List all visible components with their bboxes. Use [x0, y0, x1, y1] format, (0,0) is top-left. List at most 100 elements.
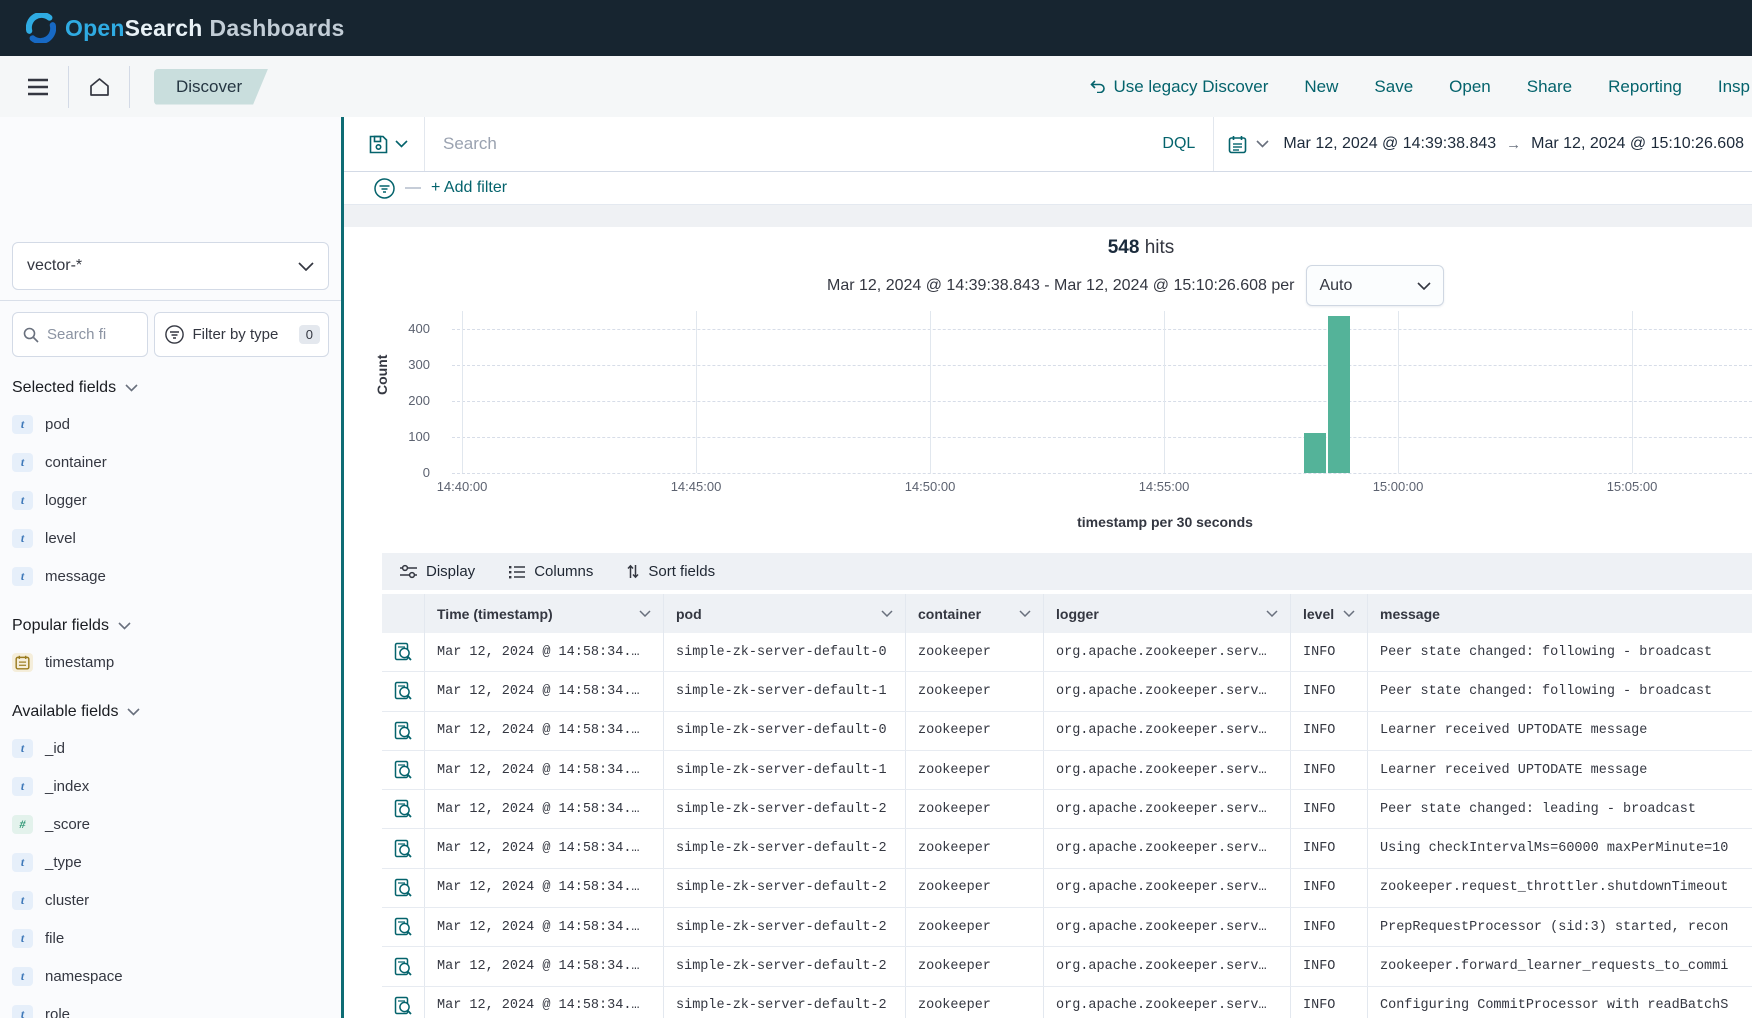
chevron-down-icon[interactable] [1343, 610, 1355, 617]
sort-fields-button[interactable]: Sort fields [627, 563, 715, 580]
text-field-icon: t [12, 891, 33, 910]
x-axis-tick-label: 14:50:00 [905, 479, 956, 494]
date-from[interactable]: Mar 12, 2024 @ 14:39:38.843 [1283, 135, 1496, 153]
field-item-logger[interactable]: tlogger [0, 481, 341, 519]
index-pattern-select[interactable]: vector-* [12, 242, 329, 290]
cell-container: zookeeper [906, 908, 1044, 946]
field-item-_type[interactable]: t_type [0, 843, 341, 881]
field-item-_index[interactable]: t_index [0, 767, 341, 805]
opensearch-discover-page: OpenSearchDashboards Discover Use legacy… [0, 0, 1752, 1018]
column-header-container[interactable]: container [906, 594, 1044, 633]
date-to[interactable]: Mar 12, 2024 @ 15:10:26.608 [1531, 135, 1744, 153]
main: DQL Mar 12, 2024 @ 14:39:38.843 → Mar 12… [344, 117, 1752, 1018]
logo-text: OpenSearchDashboards [65, 15, 344, 42]
save-link[interactable]: Save [1374, 77, 1413, 97]
cell-pod: simple-zk-server-default-2 [664, 987, 906, 1018]
field-item-container[interactable]: tcontainer [0, 443, 341, 481]
cell-time: Mar 12, 2024 @ 14:58:34.… [425, 829, 664, 867]
expand-row-button[interactable] [382, 633, 425, 671]
chevron-down-icon[interactable] [1266, 610, 1278, 617]
inspect-link[interactable]: Insp [1718, 77, 1750, 97]
datepicker-button[interactable] [1214, 135, 1283, 154]
expand-row-button[interactable] [382, 869, 425, 907]
field-item-level[interactable]: tlevel [0, 519, 341, 557]
expand-row-button[interactable] [382, 908, 425, 946]
expand-row-button[interactable] [382, 790, 425, 828]
field-name: level [45, 530, 76, 547]
field-item-_id[interactable]: t_id [0, 729, 341, 767]
cell-pod: simple-zk-server-default-2 [664, 908, 906, 946]
chevron-down-icon[interactable] [639, 610, 651, 617]
breadcrumb-discover[interactable]: Discover [154, 69, 268, 105]
expand-row-button[interactable] [382, 712, 425, 750]
field-item-cluster[interactable]: tcluster [0, 881, 341, 919]
text-field-icon: t [12, 415, 33, 434]
add-filter-button[interactable]: + Add filter [431, 179, 507, 197]
filter-by-type-button[interactable]: Filter by type 0 [154, 312, 329, 357]
cell-time: Mar 12, 2024 @ 14:58:34.… [425, 751, 664, 789]
display-button[interactable]: Display [400, 563, 475, 580]
column-header-level[interactable]: level [1291, 594, 1368, 633]
field-item-file[interactable]: tfile [0, 919, 341, 957]
histogram-bar[interactable] [1328, 316, 1350, 473]
x-axis-tick-label: 15:05:00 [1607, 479, 1658, 494]
hits-number: 548 [1108, 237, 1140, 258]
cell-level: INFO [1291, 908, 1368, 946]
opensearch-logo[interactable]: OpenSearchDashboards [26, 13, 344, 43]
field-search-input[interactable] [47, 326, 137, 343]
column-header-message[interactable]: message [1368, 594, 1752, 633]
field-item-namespace[interactable]: tnamespace [0, 957, 341, 995]
cell-time: Mar 12, 2024 @ 14:58:34.… [425, 908, 664, 946]
expand-row-button[interactable] [382, 947, 425, 985]
histogram-bar[interactable] [1304, 433, 1326, 473]
field-section-header-0[interactable]: Selected fields [12, 379, 329, 397]
column-header-logger[interactable]: logger [1044, 594, 1291, 633]
field-section-header-1[interactable]: Popular fields [12, 617, 329, 635]
expand-row-button[interactable] [382, 672, 425, 710]
column-header-time[interactable]: Time (timestamp) [425, 594, 664, 633]
field-section-header-2[interactable]: Available fields [12, 703, 329, 721]
expand-row-button[interactable] [382, 829, 425, 867]
field-item-_score[interactable]: #_score [0, 805, 341, 843]
menu-button[interactable] [18, 67, 58, 107]
sidebar-controls: Filter by type 0 [12, 312, 329, 357]
field-search-box[interactable] [12, 312, 148, 357]
chart-subtitle: Mar 12, 2024 @ 14:39:38.843 - Mar 12, 20… [827, 277, 1294, 295]
date-range[interactable]: Mar 12, 2024 @ 14:39:38.843 → Mar 12, 20… [1283, 135, 1752, 153]
table-body: Mar 12, 2024 @ 14:58:34.…simple-zk-serve… [382, 633, 1752, 1018]
columns-button[interactable]: Columns [509, 563, 593, 580]
y-axis-tick-label: 100 [386, 429, 430, 444]
share-link[interactable]: Share [1527, 77, 1572, 97]
home-button[interactable] [79, 67, 119, 107]
search-input[interactable] [425, 134, 1144, 154]
query-language-button[interactable]: DQL [1144, 135, 1213, 153]
histogram-plot: 0100200300400 [438, 311, 1752, 473]
open-link[interactable]: Open [1449, 77, 1491, 97]
table-row-2: Mar 12, 2024 @ 14:58:34.…simple-zk-serve… [382, 712, 1752, 751]
field-item-role[interactable]: trole [0, 995, 341, 1018]
use-legacy-discover-link[interactable]: Use legacy Discover [1090, 77, 1268, 97]
cell-time: Mar 12, 2024 @ 14:58:34.… [425, 947, 664, 985]
y-gridline [452, 401, 1752, 402]
field-item-pod[interactable]: tpod [0, 405, 341, 443]
column-header-pod[interactable]: pod [664, 594, 906, 633]
saved-query-button[interactable] [344, 135, 424, 154]
field-section-label: Popular fields [12, 617, 109, 635]
divider [68, 66, 69, 108]
expand-row-button[interactable] [382, 987, 425, 1018]
chevron-down-icon[interactable] [1019, 610, 1031, 617]
new-link[interactable]: New [1304, 77, 1338, 97]
field-item-message[interactable]: tmessage [0, 557, 341, 595]
y-gridline [452, 329, 1752, 330]
expand-row-button[interactable] [382, 751, 425, 789]
field-name: role [45, 1006, 70, 1018]
cell-logger: org.apache.zookeeper.serv… [1044, 987, 1291, 1018]
interval-select[interactable]: Auto [1306, 265, 1444, 306]
chevron-down-icon[interactable] [881, 610, 893, 617]
field-item-timestamp[interactable]: timestamp [0, 643, 341, 681]
text-field-icon: t [12, 967, 33, 986]
field-name: _score [45, 816, 90, 833]
filter-circle-icon[interactable] [374, 178, 395, 199]
text-field-icon: t [12, 567, 33, 586]
reporting-link[interactable]: Reporting [1608, 77, 1682, 97]
